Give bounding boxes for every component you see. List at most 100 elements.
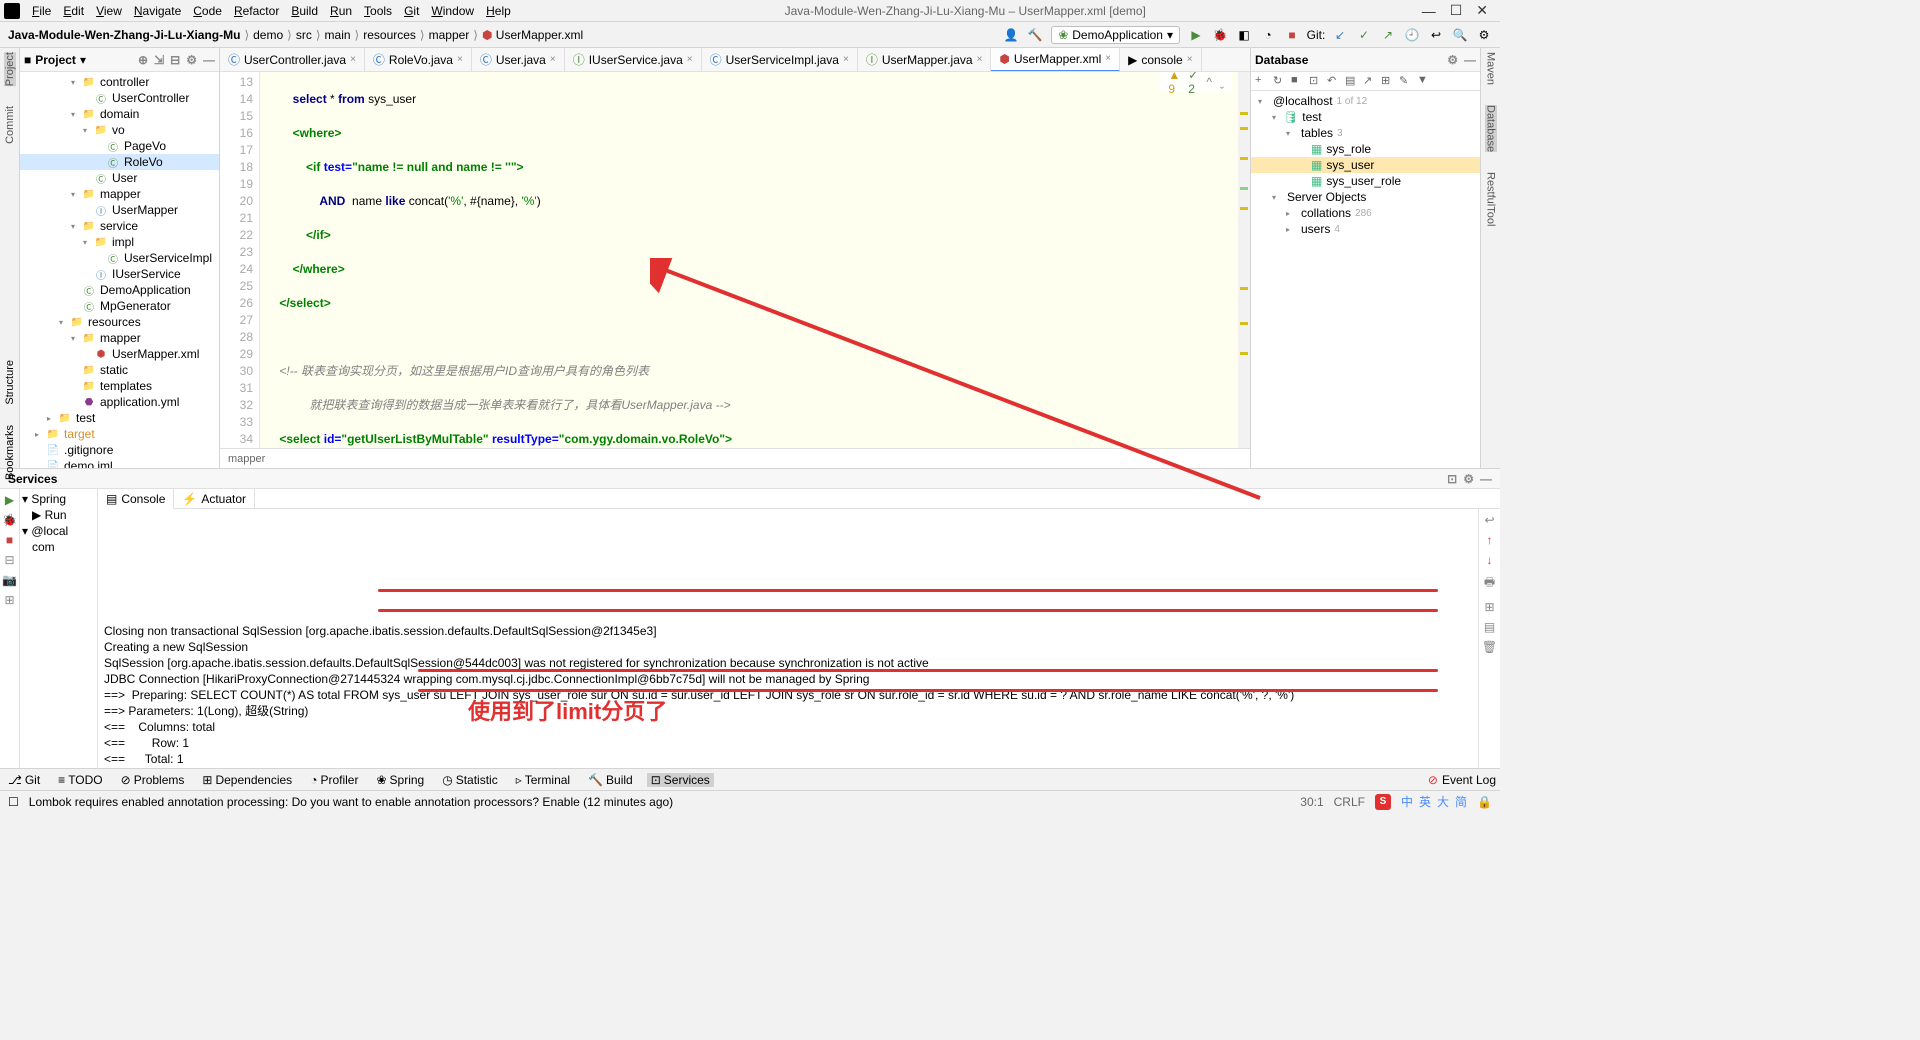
- gear-icon[interactable]: ⚙: [1447, 53, 1458, 67]
- line-separator[interactable]: CRLF: [1334, 795, 1365, 809]
- tree-node-rolevo[interactable]: ⒸRoleVo: [20, 154, 219, 170]
- db-node-@localhost[interactable]: ▾ @localhost 1 of 12: [1251, 93, 1480, 109]
- db-node-sys_user_role[interactable]: ▦ sys_user_role: [1251, 173, 1480, 189]
- project-tool-tab[interactable]: Project: [4, 52, 16, 86]
- editor-breadcrumb-bottom[interactable]: mapper: [220, 448, 1250, 468]
- ime-item[interactable]: 中: [1401, 793, 1413, 810]
- git-commit-icon[interactable]: ✓: [1356, 27, 1372, 43]
- coverage-button[interactable]: ◧: [1236, 27, 1252, 43]
- tree-node-resources[interactable]: ▾📁resources: [20, 314, 219, 330]
- menu-git[interactable]: Git: [398, 4, 425, 18]
- tree-node-service[interactable]: ▾📁service: [20, 218, 219, 234]
- padlock-icon[interactable]: 🔒: [1477, 795, 1492, 809]
- tree-node-.gitignore[interactable]: 📄.gitignore: [20, 442, 219, 458]
- clear-icon[interactable]: 🗑: [1482, 640, 1497, 654]
- jump-icon[interactable]: ↗: [1363, 74, 1377, 88]
- bottom-tab-services[interactable]: ⊡Services: [647, 773, 714, 787]
- tree-node-controller[interactable]: ▾📁controller: [20, 74, 219, 90]
- run-button[interactable]: ▶: [1188, 27, 1204, 43]
- run-icon[interactable]: ▶: [5, 493, 14, 507]
- tree-node-demo.iml[interactable]: 📄demo.iml: [20, 458, 219, 468]
- bottom-tab-profiler[interactable]: ◔Profiler: [306, 773, 362, 787]
- editor-tab-userserviceimpl.java[interactable]: ⒸUserServiceImpl.java×: [702, 48, 858, 72]
- editor-tab-usercontroller.java[interactable]: ⒸUserController.java×: [220, 48, 365, 72]
- console-output[interactable]: 使用到了limit分页了 Closing non transactional S…: [98, 509, 1478, 768]
- db-node-sys_role[interactable]: ▦ sys_role: [1251, 141, 1480, 157]
- breadcrumb-item[interactable]: demo: [253, 28, 283, 42]
- services-node[interactable]: ▾ @local: [22, 523, 95, 539]
- settings-icon[interactable]: ⚙: [186, 53, 197, 67]
- services-node[interactable]: ▾ Spring: [22, 491, 95, 507]
- menu-view[interactable]: View: [90, 4, 128, 18]
- menu-tools[interactable]: Tools: [358, 4, 398, 18]
- menu-help[interactable]: Help: [480, 4, 517, 18]
- editor-tab-usermapper.java[interactable]: ⒾUserMapper.java×: [858, 48, 992, 72]
- profile-button[interactable]: ◔: [1260, 27, 1276, 43]
- settings-icon[interactable]: ⚙: [1476, 27, 1492, 43]
- tree-node-usercontroller[interactable]: ⒸUserController: [20, 90, 219, 106]
- stop-icon[interactable]: ■: [1291, 74, 1305, 88]
- tree-node-mpgenerator[interactable]: ⒸMpGenerator: [20, 298, 219, 314]
- bottom-tab-build[interactable]: 🔨Build: [584, 773, 637, 787]
- tree-node-application.yml[interactable]: ⬣application.yml: [20, 394, 219, 410]
- scroll-down-icon[interactable]: ↓: [1487, 553, 1493, 567]
- db-node-users[interactable]: ▸ users 4: [1251, 221, 1480, 237]
- tree-node-test[interactable]: ▸📁test: [20, 410, 219, 426]
- tree-node-templates[interactable]: 📁templates: [20, 378, 219, 394]
- caret-position[interactable]: 30:1: [1300, 795, 1323, 809]
- db-node-collations[interactable]: ▸ collations 286: [1251, 205, 1480, 221]
- breadcrumb-item[interactable]: resources: [363, 28, 416, 42]
- git-rollback-icon[interactable]: ↩: [1428, 27, 1444, 43]
- restful-tool-tab[interactable]: RestfulTool: [1485, 172, 1497, 226]
- tx-icon[interactable]: ⊡: [1309, 74, 1323, 88]
- maximize-button[interactable]: ☐: [1450, 2, 1463, 19]
- camera-icon[interactable]: 📷: [2, 573, 17, 587]
- layout-icon[interactable]: ⊞: [1484, 600, 1494, 614]
- menu-edit[interactable]: Edit: [57, 4, 90, 18]
- edit-icon[interactable]: ✎: [1399, 74, 1413, 88]
- menu-file[interactable]: File: [26, 4, 57, 18]
- menu-code[interactable]: Code: [187, 4, 228, 18]
- breadcrumb-item[interactable]: main: [325, 28, 351, 42]
- tree-node-user[interactable]: ⒸUser: [20, 170, 219, 186]
- db-node-test[interactable]: ▾ 🛢 test: [1251, 109, 1480, 125]
- console-icon[interactable]: ▤: [1345, 74, 1359, 88]
- editor-tab-iuserservice.java[interactable]: ⒾIUserService.java×: [565, 48, 702, 72]
- close-button[interactable]: ✕: [1476, 2, 1488, 19]
- bottom-tab-dependencies[interactable]: ⊞Dependencies: [198, 773, 296, 787]
- scroll-up-icon[interactable]: ↑: [1487, 533, 1493, 547]
- expand-icon[interactable]: ⊞: [4, 593, 14, 607]
- soft-wrap-icon[interactable]: ↩: [1484, 513, 1494, 527]
- search-icon[interactable]: 🔍: [1452, 27, 1468, 43]
- editor-marker-strip[interactable]: ▲ 9 ✓ 2 ^ˬ: [1238, 72, 1250, 448]
- restore-icon[interactable]: ⊡: [1447, 472, 1457, 486]
- user-icon[interactable]: 👤: [1003, 27, 1019, 43]
- bookmarks-tool-tab[interactable]: Bookmarks: [4, 425, 16, 480]
- hide-icon[interactable]: —: [1464, 53, 1476, 67]
- menu-navigate[interactable]: Navigate: [128, 4, 187, 18]
- tree-node-pagevo[interactable]: ⒸPageVo: [20, 138, 219, 154]
- stop-button[interactable]: ■: [1284, 27, 1300, 43]
- gear-icon[interactable]: ⚙: [1463, 472, 1474, 486]
- menu-build[interactable]: Build: [285, 4, 324, 18]
- hide-icon[interactable]: —: [1480, 472, 1492, 486]
- tree-node-mapper[interactable]: ▾📁mapper: [20, 330, 219, 346]
- menu-window[interactable]: Window: [425, 4, 480, 18]
- tree-node-target[interactable]: ▸📁target: [20, 426, 219, 442]
- bottom-tab-git[interactable]: ⎇Git: [4, 773, 44, 787]
- sogou-ime-icon[interactable]: S: [1375, 794, 1391, 810]
- debug-icon[interactable]: 🐞: [2, 513, 17, 527]
- structure-tool-tab[interactable]: Structure: [4, 360, 16, 405]
- minimize-button[interactable]: —: [1422, 3, 1436, 19]
- bottom-tab-terminal[interactable]: ▹Terminal: [512, 773, 574, 787]
- breadcrumb-item[interactable]: Java-Module-Wen-Zhang-Ji-Lu-Xiang-Mu: [8, 28, 240, 42]
- tree-node-mapper[interactable]: ▾📁mapper: [20, 186, 219, 202]
- editor-tab-console[interactable]: ▶console×: [1120, 48, 1201, 72]
- git-push-icon[interactable]: ↗: [1380, 27, 1396, 43]
- view-icon[interactable]: ▤: [1484, 620, 1495, 634]
- db-node-tables[interactable]: ▾ tables 3: [1251, 125, 1480, 141]
- bottom-tab-todo[interactable]: ≡TODO: [54, 773, 106, 787]
- menu-run[interactable]: Run: [324, 4, 358, 18]
- tab-actuator[interactable]: ⚡Actuator: [174, 489, 255, 508]
- tree-node-domain[interactable]: ▾📁domain: [20, 106, 219, 122]
